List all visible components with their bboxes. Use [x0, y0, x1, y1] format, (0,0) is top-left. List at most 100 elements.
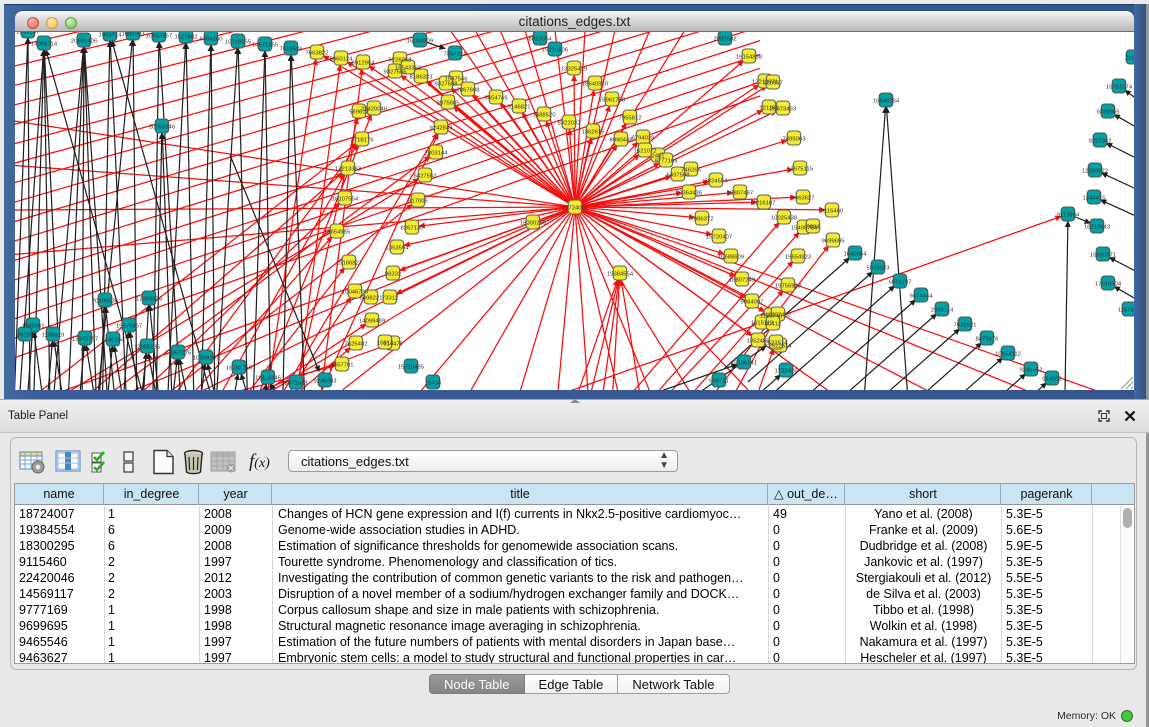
svg-text:6497508: 6497508	[667, 172, 691, 178]
svg-text:1081393: 1081393	[122, 32, 146, 37]
svg-text:7986372: 7986372	[691, 216, 714, 222]
svg-text:19384554: 19384554	[607, 271, 634, 277]
svg-text:9327508: 9327508	[435, 81, 459, 87]
svg-text:9245652: 9245652	[1020, 367, 1043, 373]
svg-text:17957225: 17957225	[165, 350, 192, 356]
svg-text:8186323: 8186323	[410, 74, 434, 80]
svg-text:14671355: 14671355	[252, 42, 279, 48]
svg-text:9463627: 9463627	[792, 195, 815, 201]
svg-text:19654985: 19654985	[324, 229, 351, 235]
svg-text:1353594: 1353594	[386, 245, 410, 251]
svg-text:11207462: 11207462	[765, 312, 791, 318]
svg-text:16961758: 16961758	[599, 97, 626, 103]
svg-text:9777169: 9777169	[655, 158, 678, 164]
svg-text:10688609: 10688609	[718, 254, 744, 260]
svg-text:18300295: 18300295	[520, 220, 547, 226]
svg-text:1640954: 1640954	[844, 251, 868, 257]
svg-text:817006: 817006	[408, 198, 428, 204]
svg-text:990731: 990731	[709, 378, 729, 384]
svg-text:8960124: 8960124	[330, 56, 354, 62]
svg-text:16648784: 16648784	[873, 98, 900, 104]
svg-text:15136141: 15136141	[731, 360, 757, 366]
svg-text:10653267: 10653267	[146, 33, 172, 39]
svg-text:7625402: 7625402	[345, 341, 368, 347]
svg-text:9884: 9884	[806, 224, 820, 230]
svg-text:924502: 924502	[1042, 376, 1062, 382]
svg-text:10025438: 10025438	[771, 215, 798, 221]
svg-text:19756928: 19756928	[775, 283, 802, 289]
svg-text:9329965: 9329965	[1097, 109, 1121, 115]
svg-text:3824554: 3824554	[705, 178, 729, 184]
svg-text:14055714: 14055714	[31, 41, 58, 47]
svg-text:6794028: 6794028	[632, 135, 656, 141]
svg-text:39159: 39159	[17, 332, 33, 338]
svg-text:1588520: 1588520	[533, 112, 557, 118]
svg-text:20206536: 20206536	[92, 298, 119, 304]
svg-text:2803144: 2803144	[425, 150, 449, 156]
svg-text:1145194: 1145194	[102, 337, 125, 343]
svg-text:16210643: 16210643	[1084, 224, 1111, 230]
svg-text:11123: 11123	[1125, 55, 1134, 61]
svg-text:16782759: 16782759	[226, 365, 252, 371]
svg-text:1935061: 1935061	[22, 323, 45, 329]
svg-text:14099489: 14099489	[359, 318, 385, 324]
svg-text:5938923: 5938923	[867, 265, 891, 271]
svg-text:6466160: 6466160	[200, 36, 224, 42]
svg-text:6216187: 6216187	[753, 200, 776, 206]
svg-text:19975867: 19975867	[116, 323, 142, 329]
svg-text:8912954: 8912954	[352, 60, 376, 66]
svg-text:12093822: 12093822	[1082, 168, 1108, 174]
svg-text:7485063: 7485063	[783, 136, 807, 142]
svg-text:20691406: 20691406	[71, 38, 98, 44]
svg-text:16154838: 16154838	[736, 54, 763, 60]
svg-text:13325419: 13325419	[561, 66, 587, 72]
svg-text:2935114: 2935114	[931, 307, 954, 313]
svg-text:15692971: 15692971	[1090, 252, 1116, 258]
svg-text:1362615: 1362615	[582, 129, 606, 135]
svg-text:20053346: 20053346	[149, 124, 176, 130]
svg-text:12975115: 12975115	[787, 166, 813, 172]
svg-text:16107554: 16107554	[332, 196, 359, 202]
svg-text:1733426: 1733426	[775, 368, 799, 374]
svg-text:12942757: 12942757	[72, 336, 98, 342]
svg-text:16913: 16913	[377, 340, 394, 346]
svg-text:16033809: 16033809	[407, 38, 433, 44]
svg-text:20364436: 20364436	[676, 190, 703, 196]
svg-text:8322037: 8322037	[558, 120, 581, 126]
svg-text:9245003: 9245003	[314, 378, 338, 384]
svg-text:7357224: 7357224	[444, 51, 468, 57]
svg-text:8267130: 8267130	[401, 225, 425, 231]
svg-text:8971923: 8971923	[285, 380, 309, 386]
svg-text:20973493: 20973493	[770, 106, 797, 112]
svg-text:9242843: 9242843	[430, 125, 454, 131]
svg-text:3975685: 3975685	[437, 100, 461, 106]
svg-text:8471676: 8471676	[976, 336, 1000, 342]
svg-text:9227342: 9227342	[1089, 138, 1112, 144]
svg-text:2087682: 2087682	[714, 36, 737, 42]
svg-text:1527602: 1527602	[175, 34, 198, 40]
svg-text:9146821: 9146821	[508, 104, 531, 110]
svg-text:1156819: 1156819	[42, 332, 65, 338]
svg-text:7632621: 7632621	[954, 322, 977, 328]
svg-text:920967: 920967	[763, 80, 783, 86]
svg-text:98332: 98332	[385, 271, 401, 277]
svg-text:9699695: 9699695	[822, 238, 846, 244]
svg-text:90412: 90412	[765, 321, 781, 327]
svg-text:2040557: 2040557	[17, 32, 40, 35]
svg-text:8813054: 8813054	[529, 36, 553, 42]
svg-text:1244415: 1244415	[1083, 195, 1107, 201]
svg-text:18724007: 18724007	[562, 205, 588, 211]
svg-text:8990448: 8990448	[610, 137, 634, 143]
svg-text:8454749: 8454749	[485, 95, 508, 101]
svg-text:9115460: 9115460	[821, 208, 844, 214]
svg-text:9498221: 9498221	[360, 295, 383, 301]
svg-text:19654923: 19654923	[785, 254, 812, 260]
svg-text:16543362: 16543362	[395, 65, 421, 71]
svg-text:10719155: 10719155	[225, 39, 252, 45]
svg-text:10654112: 10654112	[995, 351, 1021, 357]
svg-text:11923446: 11923446	[255, 375, 281, 381]
svg-text:19166827: 19166827	[336, 260, 362, 266]
svg-text:12213383: 12213383	[335, 166, 362, 172]
svg-text:2522514: 2522514	[765, 340, 789, 346]
svg-text:8427552: 8427552	[414, 173, 437, 179]
